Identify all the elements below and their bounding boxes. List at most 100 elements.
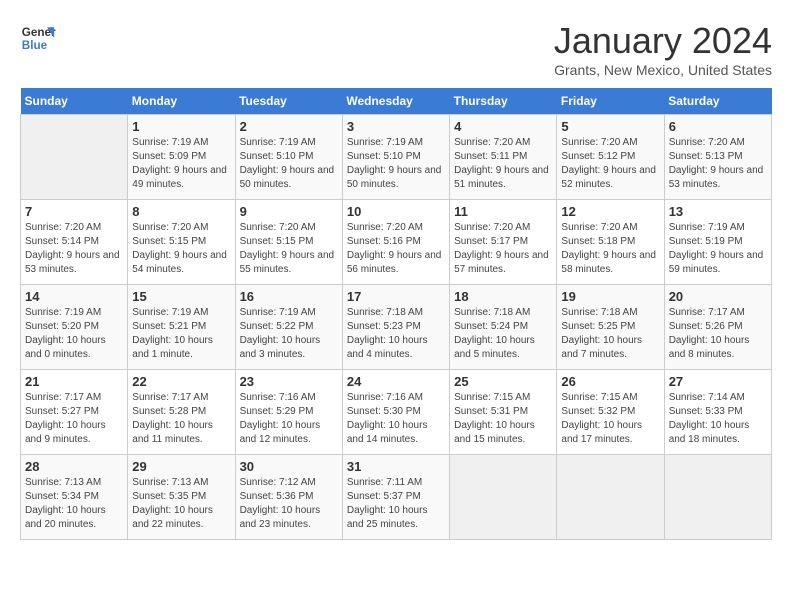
day-detail: Sunrise: 7:19 AMSunset: 5:20 PMDaylight:… — [25, 306, 123, 362]
day-cell: 11 Sunrise: 7:20 AMSunset: 5:17 PMDayligh… — [450, 200, 557, 285]
day-number: 5 — [561, 119, 659, 134]
day-detail: Sunrise: 7:14 AMSunset: 5:33 PMDaylight:… — [669, 391, 767, 447]
week-row-2: 7 Sunrise: 7:20 AMSunset: 5:14 PMDaylight… — [21, 200, 772, 285]
day-cell: 5 Sunrise: 7:20 AMSunset: 5:12 PMDaylight… — [557, 115, 664, 200]
day-detail: Sunrise: 7:20 AMSunset: 5:14 PMDaylight:… — [25, 221, 123, 277]
day-detail: Sunrise: 7:17 AMSunset: 5:26 PMDaylight:… — [669, 306, 767, 362]
day-number: 13 — [669, 204, 767, 219]
calendar-title: January 2024 — [554, 20, 772, 62]
day-detail: Sunrise: 7:13 AMSunset: 5:34 PMDaylight:… — [25, 476, 123, 532]
day-detail: Sunrise: 7:16 AMSunset: 5:29 PMDaylight:… — [240, 391, 338, 447]
day-number: 16 — [240, 289, 338, 304]
day-cell: 30Sunrise: 7:12 AMSunset: 5:36 PMDayligh… — [235, 455, 342, 540]
day-cell: 6 Sunrise: 7:20 AMSunset: 5:13 PMDaylight… — [664, 115, 771, 200]
day-number: 7 — [25, 204, 123, 219]
day-cell: 9 Sunrise: 7:20 AMSunset: 5:15 PMDaylight… — [235, 200, 342, 285]
day-detail: Sunrise: 7:19 AMSunset: 5:09 PMDaylight:… — [132, 136, 230, 192]
day-number: 3 — [347, 119, 445, 134]
day-cell: 7 Sunrise: 7:20 AMSunset: 5:14 PMDaylight… — [21, 200, 128, 285]
day-detail: Sunrise: 7:20 AMSunset: 5:15 PMDaylight:… — [132, 221, 230, 277]
day-number: 15 — [132, 289, 230, 304]
svg-text:Blue: Blue — [22, 39, 48, 52]
day-number: 11 — [454, 204, 552, 219]
day-detail: Sunrise: 7:19 AMSunset: 5:21 PMDaylight:… — [132, 306, 230, 362]
day-cell: 8Sunrise: 7:20 AMSunset: 5:15 PMDaylight… — [128, 200, 235, 285]
day-cell: 20 Sunrise: 7:17 AMSunset: 5:26 PMDayligh… — [664, 285, 771, 370]
day-number: 22 — [132, 374, 230, 389]
day-number: 12 — [561, 204, 659, 219]
day-number: 1 — [132, 119, 230, 134]
title-section: January 2024 Grants, New Mexico, United … — [554, 20, 772, 78]
day-cell — [21, 115, 128, 200]
day-detail: Sunrise: 7:20 AMSunset: 5:12 PMDaylight:… — [561, 136, 659, 192]
day-number: 6 — [669, 119, 767, 134]
day-cell: 16 Sunrise: 7:19 AMSunset: 5:22 PMDayligh… — [235, 285, 342, 370]
day-number: 18 — [454, 289, 552, 304]
week-row-4: 21Sunrise: 7:17 AMSunset: 5:27 PMDayligh… — [21, 370, 772, 455]
weekday-header-monday: Monday — [128, 88, 235, 115]
day-cell: 18 Sunrise: 7:18 AMSunset: 5:24 PMDayligh… — [450, 285, 557, 370]
day-number: 23 — [240, 374, 338, 389]
day-detail: Sunrise: 7:11 AMSunset: 5:37 PMDaylight:… — [347, 476, 445, 532]
day-number: 21 — [25, 374, 123, 389]
logo-icon: General Blue — [20, 20, 56, 56]
day-detail: Sunrise: 7:20 AMSunset: 5:17 PMDaylight:… — [454, 221, 552, 277]
week-row-5: 28 Sunrise: 7:13 AMSunset: 5:34 PMDayligh… — [21, 455, 772, 540]
day-number: 19 — [561, 289, 659, 304]
day-cell: 12 Sunrise: 7:20 AMSunset: 5:18 PMDayligh… — [557, 200, 664, 285]
day-number: 25 — [454, 374, 552, 389]
weekday-header-row: SundayMondayTuesdayWednesdayThursdayFrid… — [21, 88, 772, 115]
day-detail: Sunrise: 7:20 AMSunset: 5:16 PMDaylight:… — [347, 221, 445, 277]
day-detail: Sunrise: 7:17 AMSunset: 5:28 PMDaylight:… — [132, 391, 230, 447]
day-detail: Sunrise: 7:20 AMSunset: 5:13 PMDaylight:… — [669, 136, 767, 192]
day-cell: 19Sunrise: 7:18 AMSunset: 5:25 PMDayligh… — [557, 285, 664, 370]
day-number: 14 — [25, 289, 123, 304]
day-cell: 15 Sunrise: 7:19 AMSunset: 5:21 PMDayligh… — [128, 285, 235, 370]
day-number: 9 — [240, 204, 338, 219]
day-number: 31 — [347, 459, 445, 474]
day-cell: 28 Sunrise: 7:13 AMSunset: 5:34 PMDayligh… — [21, 455, 128, 540]
day-detail: Sunrise: 7:13 AMSunset: 5:35 PMDaylight:… — [132, 476, 230, 532]
day-number: 10 — [347, 204, 445, 219]
day-number: 27 — [669, 374, 767, 389]
day-cell: 25Sunrise: 7:15 AMSunset: 5:31 PMDayligh… — [450, 370, 557, 455]
weekday-header-sunday: Sunday — [21, 88, 128, 115]
day-cell: 31 Sunrise: 7:11 AMSunset: 5:37 PMDayligh… — [342, 455, 449, 540]
day-cell: 3 Sunrise: 7:19 AMSunset: 5:10 PMDaylight… — [342, 115, 449, 200]
logo: General Blue — [20, 20, 56, 56]
day-cell: 24 Sunrise: 7:16 AMSunset: 5:30 PMDayligh… — [342, 370, 449, 455]
day-cell: 27 Sunrise: 7:14 AMSunset: 5:33 PMDayligh… — [664, 370, 771, 455]
day-cell: 23 Sunrise: 7:16 AMSunset: 5:29 PMDayligh… — [235, 370, 342, 455]
day-detail: Sunrise: 7:19 AMSunset: 5:22 PMDaylight:… — [240, 306, 338, 362]
day-detail: Sunrise: 7:19 AMSunset: 5:19 PMDaylight:… — [669, 221, 767, 277]
day-number: 30 — [240, 459, 338, 474]
day-number: 26 — [561, 374, 659, 389]
weekday-header-friday: Friday — [557, 88, 664, 115]
day-detail: Sunrise: 7:18 AMSunset: 5:24 PMDaylight:… — [454, 306, 552, 362]
day-cell: 29 Sunrise: 7:13 AMSunset: 5:35 PMDayligh… — [128, 455, 235, 540]
day-detail: Sunrise: 7:16 AMSunset: 5:30 PMDaylight:… — [347, 391, 445, 447]
day-cell: 17Sunrise: 7:18 AMSunset: 5:23 PMDayligh… — [342, 285, 449, 370]
day-cell: 14 Sunrise: 7:19 AMSunset: 5:20 PMDayligh… — [21, 285, 128, 370]
calendar-table: SundayMondayTuesdayWednesdayThursdayFrid… — [20, 88, 772, 540]
day-cell: 22 Sunrise: 7:17 AMSunset: 5:28 PMDayligh… — [128, 370, 235, 455]
day-detail: Sunrise: 7:20 AMSunset: 5:15 PMDaylight:… — [240, 221, 338, 277]
day-cell: 26Sunrise: 7:15 AMSunset: 5:32 PMDayligh… — [557, 370, 664, 455]
day-number: 29 — [132, 459, 230, 474]
day-detail: Sunrise: 7:20 AMSunset: 5:18 PMDaylight:… — [561, 221, 659, 277]
day-cell: 10 Sunrise: 7:20 AMSunset: 5:16 PMDayligh… — [342, 200, 449, 285]
day-cell: 13 Sunrise: 7:19 AMSunset: 5:19 PMDayligh… — [664, 200, 771, 285]
day-cell — [450, 455, 557, 540]
weekday-header-saturday: Saturday — [664, 88, 771, 115]
day-cell: 4Sunrise: 7:20 AMSunset: 5:11 PMDaylight… — [450, 115, 557, 200]
week-row-1: 1 Sunrise: 7:19 AMSunset: 5:09 PMDaylight… — [21, 115, 772, 200]
day-cell: 2Sunrise: 7:19 AMSunset: 5:10 PMDaylight… — [235, 115, 342, 200]
day-detail: Sunrise: 7:19 AMSunset: 5:10 PMDaylight:… — [240, 136, 338, 192]
day-number: 4 — [454, 119, 552, 134]
day-detail: Sunrise: 7:19 AMSunset: 5:10 PMDaylight:… — [347, 136, 445, 192]
day-number: 28 — [25, 459, 123, 474]
day-cell — [557, 455, 664, 540]
day-number: 20 — [669, 289, 767, 304]
day-number: 24 — [347, 374, 445, 389]
day-detail: Sunrise: 7:18 AMSunset: 5:23 PMDaylight:… — [347, 306, 445, 362]
